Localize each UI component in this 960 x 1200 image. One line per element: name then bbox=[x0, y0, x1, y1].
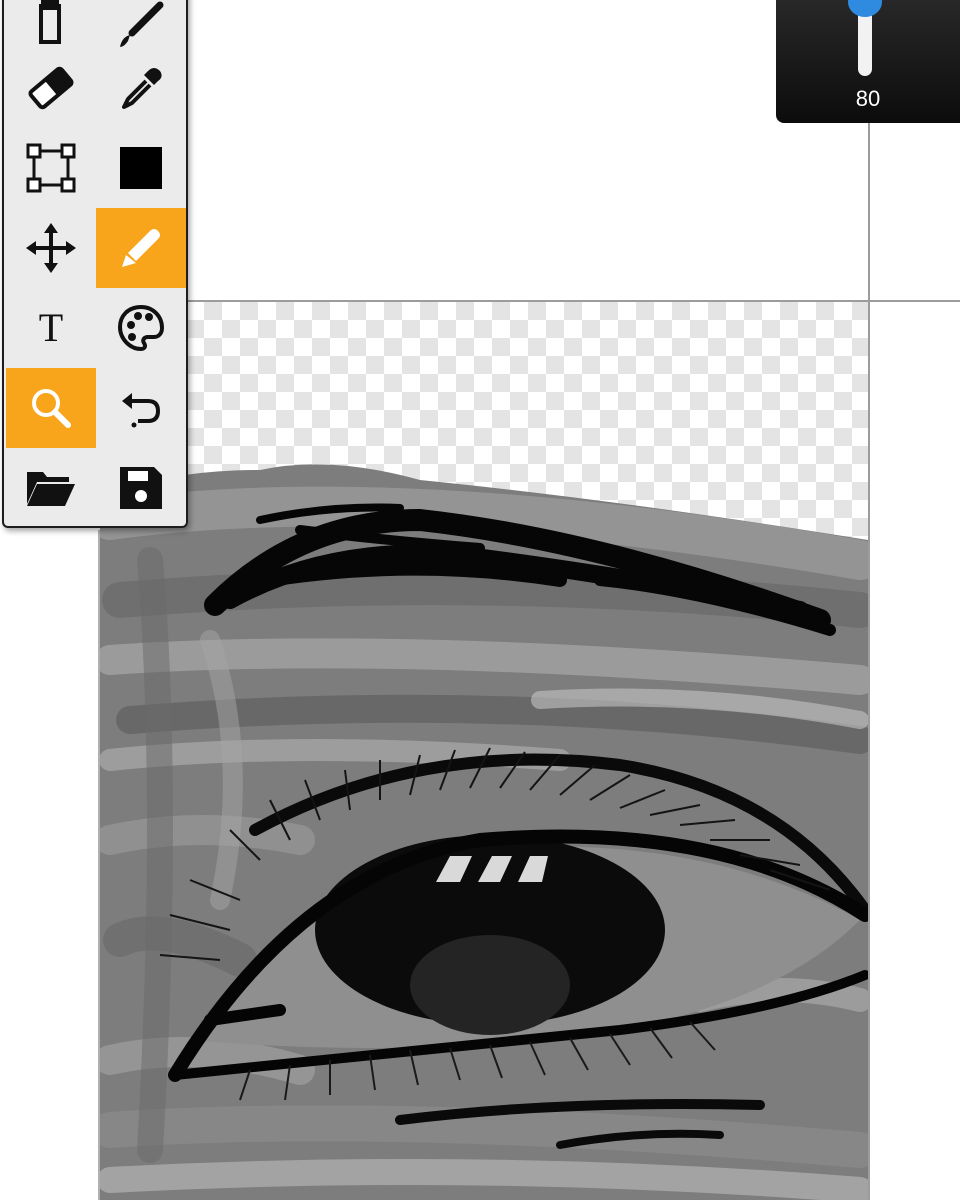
save-icon bbox=[118, 465, 164, 511]
text-icon: T bbox=[38, 305, 64, 350]
canvas-edge-right bbox=[868, 0, 870, 1200]
canvas-edge-top bbox=[186, 300, 960, 302]
text-tool[interactable]: T bbox=[6, 288, 96, 368]
canvas-edge-left bbox=[98, 530, 100, 1200]
tool-palette: T bbox=[2, 0, 188, 528]
brush-size-thumb[interactable] bbox=[848, 0, 882, 17]
move-icon bbox=[26, 223, 76, 273]
zoom-icon bbox=[28, 385, 74, 431]
eyedropper-icon bbox=[118, 65, 164, 111]
marker-tool[interactable] bbox=[96, 208, 186, 288]
color-swatch-icon bbox=[118, 145, 164, 191]
zoom-tool[interactable] bbox=[6, 368, 96, 448]
move-tool[interactable] bbox=[6, 208, 96, 288]
transform-icon bbox=[26, 143, 76, 193]
palette-tool[interactable] bbox=[96, 288, 186, 368]
color-swatch-tool[interactable] bbox=[96, 128, 186, 208]
marker-icon bbox=[116, 223, 166, 273]
eyedropper-tool[interactable] bbox=[96, 48, 186, 128]
undo-icon bbox=[118, 385, 164, 431]
palette-icon bbox=[116, 303, 166, 353]
open-tool[interactable] bbox=[6, 448, 96, 528]
brush-size-panel: 80 bbox=[776, 0, 960, 123]
eraser-tool[interactable] bbox=[6, 48, 96, 128]
folder-icon bbox=[25, 468, 77, 508]
save-tool[interactable] bbox=[96, 448, 186, 528]
transform-tool[interactable] bbox=[6, 128, 96, 208]
eraser-icon bbox=[27, 66, 75, 110]
brush-size-value: 80 bbox=[855, 86, 881, 111]
undo-tool[interactable] bbox=[96, 368, 186, 448]
brush-icon bbox=[116, 1, 166, 51]
